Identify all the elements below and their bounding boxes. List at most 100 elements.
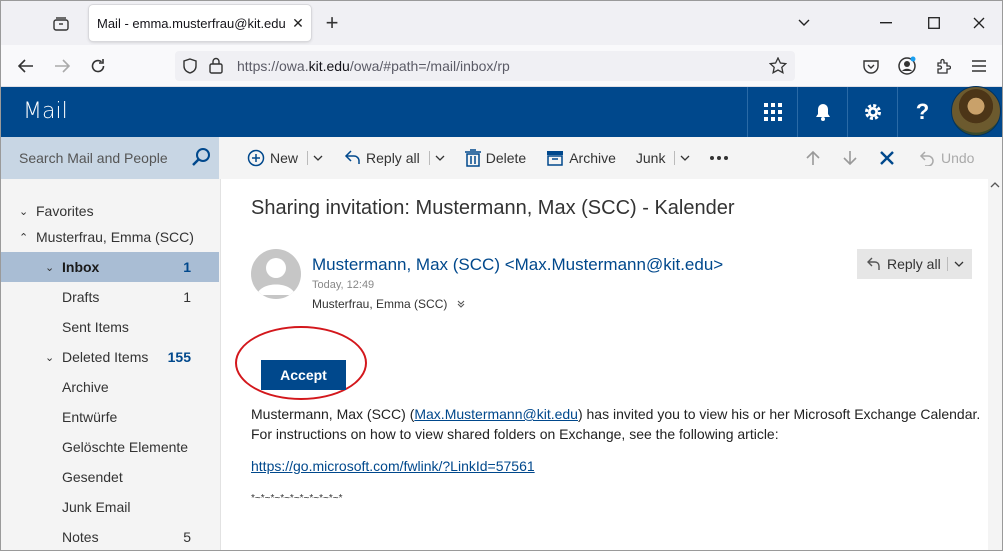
tab-bar: Mail - emma.musterfrau@kit.edu ✕ + [1, 1, 1002, 45]
extensions-icon[interactable] [928, 52, 958, 80]
message-body: Mustermann, Max (SCC) (Max.Mustermann@ki… [251, 404, 981, 444]
help-icon[interactable]: ? [897, 87, 947, 137]
sidebar-item-label: Sent Items [62, 319, 129, 335]
reply-all-icon [344, 150, 360, 164]
arrow-down-icon[interactable] [839, 147, 861, 169]
bell-icon[interactable] [797, 87, 847, 137]
chevron-down-icon[interactable] [954, 261, 964, 267]
sidebar-item-geloeschte-elemente[interactable]: Gelöschte Elemente [1, 432, 219, 462]
pocket-icon[interactable] [856, 52, 886, 80]
url-bar[interactable]: https://owa.kit.edu/owa/#path=/mail/inbo… [175, 51, 795, 81]
sender-name[interactable]: Mustermann, Max (SCC) <Max.Mustermann@ki… [312, 255, 723, 275]
item-count: 1 [183, 289, 191, 305]
bookmark-star-icon[interactable] [768, 56, 788, 79]
chevron-down-icon[interactable]: ⌄ [45, 351, 54, 364]
undo-button[interactable]: Undo [919, 137, 974, 179]
chevron-up-icon[interactable]: ⌃ [19, 231, 28, 244]
new-label: New [270, 150, 299, 166]
accept-button[interactable]: Accept [261, 360, 346, 390]
junk-label: Junk [635, 150, 666, 166]
trash-icon [464, 149, 481, 167]
sidebar-item-junk-email[interactable]: Junk Email [1, 492, 219, 522]
sender-avatar[interactable] [251, 249, 301, 299]
url-prefix: https://owa. [237, 58, 309, 74]
body-email-link[interactable]: Max.Mustermann@kit.edu [414, 406, 578, 422]
tab-title: Mail - emma.musterfrau@kit.edu [97, 15, 285, 31]
new-button[interactable]: New [237, 137, 333, 179]
search-input[interactable]: Search Mail and People [1, 137, 219, 179]
chevron-down-icon[interactable] [313, 155, 323, 161]
tab-list-icon[interactable] [47, 11, 75, 37]
hamburger-menu-icon[interactable] [964, 52, 994, 80]
sidebar-item-label: Notes [62, 529, 99, 545]
delete-button[interactable]: Delete [455, 137, 536, 179]
gear-icon[interactable] [847, 87, 897, 137]
account-icon[interactable] [892, 52, 922, 80]
expand-recipients-icon[interactable] [457, 300, 465, 308]
sidebar-item-label: Entwürfe [62, 409, 118, 425]
arrow-up-icon[interactable] [802, 147, 824, 169]
more-actions-button[interactable] [700, 137, 738, 179]
scrollbar[interactable] [988, 179, 1002, 550]
account-header[interactable]: ⌃ Musterfrau, Emma (SCC) [1, 222, 219, 252]
toolbar: New Reply all Delete Archive Junk [237, 137, 738, 179]
sidebar-item-inbox[interactable]: ⌄ Inbox 1 [1, 252, 219, 282]
minimize-icon[interactable] [863, 1, 909, 45]
chevron-down-icon[interactable]: ⌄ [45, 261, 54, 274]
junk-button[interactable]: Junk [626, 137, 701, 179]
recipient-name: Musterfrau, Emma (SCC) [312, 297, 448, 311]
maximize-icon[interactable] [911, 1, 957, 45]
app-launcher-icon[interactable] [747, 87, 797, 137]
owa-header: Mail ? [1, 87, 1002, 137]
lock-icon[interactable] [209, 57, 223, 79]
browser-tab[interactable]: Mail - emma.musterfrau@kit.edu ✕ [89, 5, 311, 41]
close-icon[interactable] [876, 147, 898, 169]
search-icon[interactable] [191, 147, 211, 170]
chevron-down-icon[interactable]: ⌄ [19, 205, 28, 218]
undo-label: Undo [941, 150, 975, 166]
reply-all-icon [867, 257, 880, 270]
archive-button[interactable]: Archive [536, 137, 626, 179]
user-avatar[interactable] [951, 86, 1001, 136]
folder-pane: ⌄ Favorites ⌃ Musterfrau, Emma (SCC) ⌄ I… [1, 179, 221, 550]
url-suffix: /owa/#path=/mail/inbox/rp [349, 58, 510, 74]
sidebar-item-label: Archive [62, 379, 109, 395]
chevron-down-icon[interactable] [680, 155, 690, 161]
shield-icon[interactable] [183, 58, 197, 79]
url-domain: kit.edu [308, 58, 350, 74]
close-window-icon[interactable] [956, 1, 1002, 45]
scroll-up-icon[interactable] [990, 182, 1000, 188]
reload-icon[interactable] [83, 52, 113, 80]
sidebar-item-deleted-items[interactable]: ⌄ Deleted Items 155 [1, 342, 219, 372]
url-text: https://owa.kit.edu/owa/#path=/mail/inbo… [237, 58, 510, 74]
archive-label: Archive [569, 150, 616, 166]
divider [428, 151, 430, 165]
tab-close-icon[interactable]: ✕ [285, 15, 311, 32]
chevron-down-icon[interactable] [435, 155, 445, 161]
back-arrow-icon[interactable] [11, 52, 41, 80]
sidebar-item-drafts[interactable]: Drafts 1 [1, 282, 219, 312]
plus-circle-icon [247, 149, 265, 167]
sidebar-item-notes[interactable]: Notes 5 [1, 522, 219, 550]
favorites-label: Favorites [36, 203, 94, 219]
app-title: Mail [23, 99, 68, 124]
sidebar-item-gesendet[interactable]: Gesendet [1, 462, 219, 492]
message-reply-all-button[interactable]: Reply all [857, 249, 972, 279]
reply-all-button[interactable]: Reply all [333, 137, 455, 179]
new-tab-button[interactable]: + [319, 11, 345, 37]
sidebar-item-label: Gesendet [62, 469, 123, 485]
fwlink[interactable]: https://go.microsoft.com/fwlink/?LinkId=… [251, 458, 535, 474]
item-count: 5 [183, 529, 191, 545]
sidebar-item-label: Drafts [62, 289, 100, 305]
sidebar-item-label: Inbox [62, 259, 100, 275]
tab-overflow-chevron-icon[interactable] [781, 1, 827, 45]
sidebar-item-sent-items[interactable]: Sent Items [1, 312, 219, 342]
sidebar-item-entwuerfe[interactable]: Entwürfe [1, 402, 219, 432]
forward-arrow-icon[interactable] [47, 52, 77, 80]
sidebar-item-label: Gelöschte Elemente [62, 439, 189, 455]
ellipsis-icon [710, 156, 729, 160]
sidebar-item-archive[interactable]: Archive [1, 372, 219, 402]
sidebar-item-label: Junk Email [62, 499, 131, 515]
recipient[interactable]: Musterfrau, Emma (SCC) [312, 297, 465, 311]
search-placeholder: Search Mail and People [19, 150, 168, 166]
